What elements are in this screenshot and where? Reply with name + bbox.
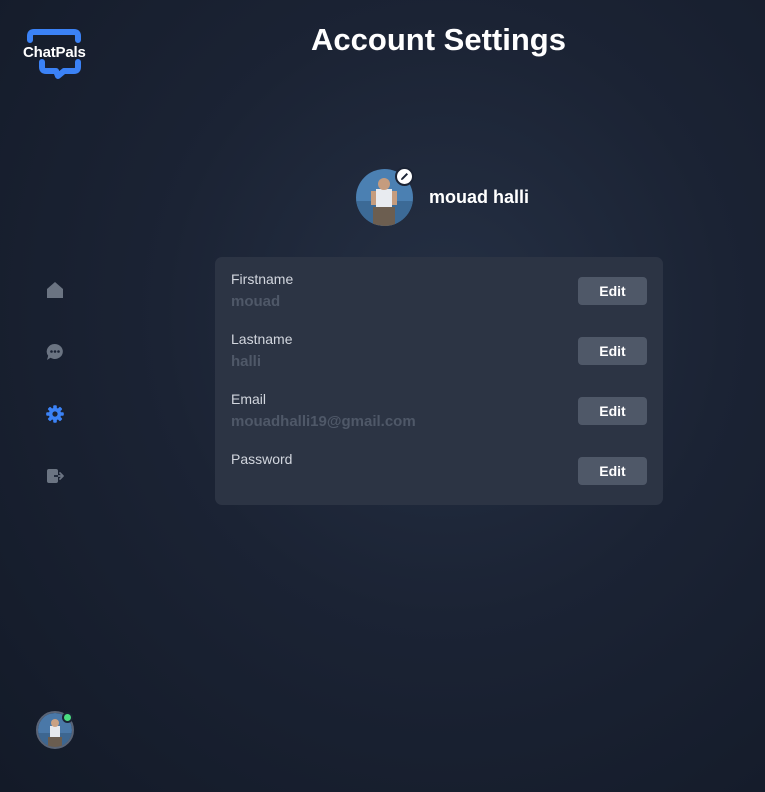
- home-icon: [47, 282, 63, 298]
- gear-icon: [46, 405, 64, 423]
- email-label: Email: [231, 391, 267, 407]
- sidebar-item-settings[interactable]: [45, 404, 65, 424]
- email-value: mouadhalli19@gmail.com: [231, 413, 416, 430]
- edit-email-button[interactable]: Edit: [578, 397, 647, 425]
- chat-icon: [46, 343, 63, 360]
- sidebar-item-chats[interactable]: [45, 342, 65, 362]
- profile-name: mouad halli: [429, 187, 530, 207]
- pencil-icon: [401, 173, 408, 180]
- lastname-value: halli: [231, 353, 262, 370]
- lastname-label: Lastname: [231, 331, 293, 347]
- password-label: Password: [231, 451, 293, 467]
- page-title: Account Settings: [311, 22, 566, 57]
- edit-lastname-button[interactable]: Edit: [578, 337, 647, 365]
- sidebar-item-home[interactable]: [45, 280, 65, 300]
- online-status-indicator: [62, 712, 73, 723]
- edit-password-button[interactable]: Edit: [578, 457, 647, 485]
- account-details-card: Firstname mouad Edit Lastname halli Edit…: [215, 257, 663, 505]
- firstname-label: Firstname: [231, 271, 294, 287]
- firstname-value: mouad: [231, 293, 281, 310]
- logout-icon: [47, 469, 64, 483]
- edit-firstname-button[interactable]: Edit: [578, 277, 647, 305]
- sidebar: ChatPals: [0, 0, 110, 792]
- sidebar-item-logout[interactable]: [45, 466, 65, 486]
- edit-avatar-button[interactable]: [395, 167, 414, 186]
